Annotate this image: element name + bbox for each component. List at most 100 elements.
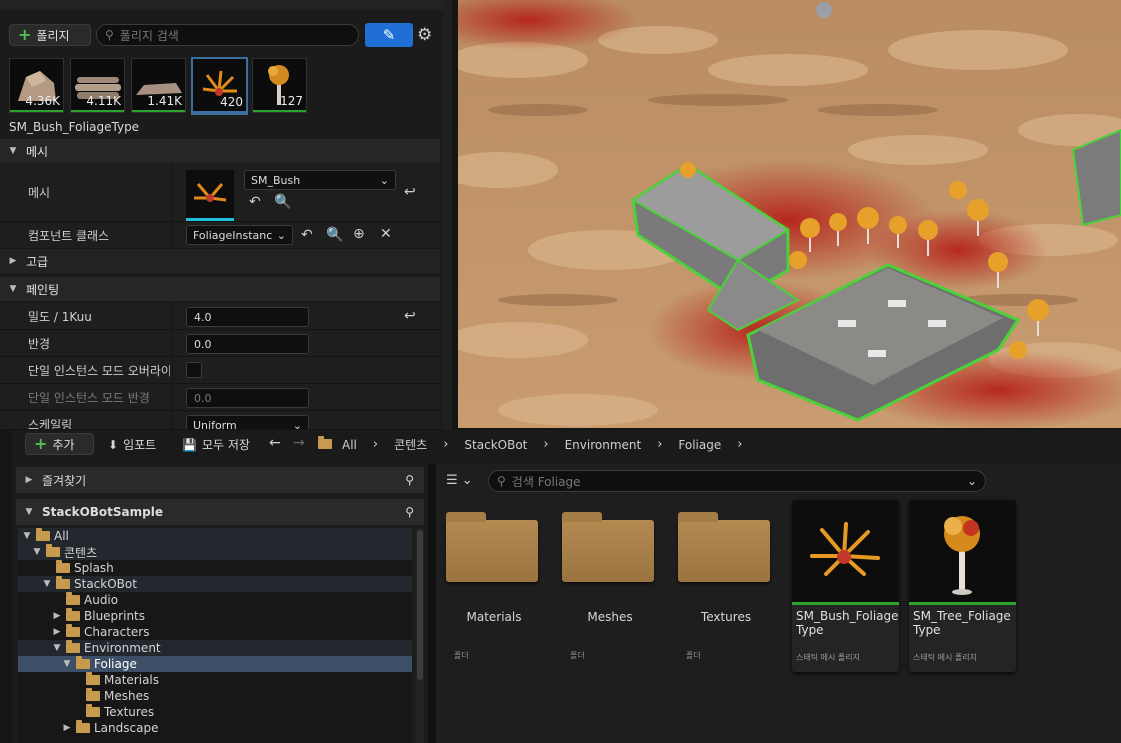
mesh-select-value: SM_Bush: [251, 173, 301, 187]
breadcrumb-all[interactable]: All: [342, 438, 357, 452]
thumb-count: 4.36K: [25, 94, 60, 108]
gear-icon[interactable]: ⚙: [417, 25, 432, 45]
plus-icon: +: [18, 25, 32, 44]
chevron-down-icon[interactable]: ⌄: [967, 474, 977, 488]
add-circle-icon[interactable]: ⊕: [353, 226, 365, 242]
foliage-search-input[interactable]: ⚲ 폴리지 검색: [96, 24, 359, 46]
search-icon[interactable]: ⚲: [405, 473, 414, 487]
tree-item-all[interactable]: ▼ All: [22, 528, 69, 544]
single-instance-radius-row: 단일 인스턴스 모드 반경 0.0: [0, 384, 440, 411]
tree-item-audio[interactable]: Audio: [66, 592, 118, 608]
close-icon[interactable]: ✕: [380, 226, 392, 242]
density-input[interactable]: 4.0: [186, 307, 309, 327]
reset-icon[interactable]: ↩: [404, 184, 416, 200]
component-class-select[interactable]: FoliageInstanc ⌄: [186, 225, 293, 245]
favorites-header[interactable]: ▶ 즐겨찾기 ⚲: [16, 467, 424, 493]
tree-item-landscape[interactable]: ▶ Landscape: [62, 720, 158, 736]
chevron-right-icon[interactable]: ›: [543, 437, 548, 452]
tree-item-label: Characters: [84, 625, 150, 639]
save-icon: 💾: [182, 437, 197, 452]
save-all-button[interactable]: 💾 모두 저장: [182, 436, 250, 453]
forward-arrow-icon[interactable]: →: [293, 435, 305, 451]
radius-input[interactable]: 0.0: [186, 334, 309, 354]
foliage-thumb-bush-selected[interactable]: 420: [191, 57, 248, 115]
folder-tree: ▼ All ▼ 콘텐츠 Splash ▼ StackOBot Audio ▶ Bluep…: [18, 528, 412, 743]
folder-icon: [56, 560, 70, 573]
asset-tile-type: 스태틱 메시 폴리지: [913, 653, 977, 662]
asset-search-input[interactable]: ⚲ 검색 Foliage ⌄: [488, 470, 986, 492]
sources-panel: ▶ 즐겨찾기 ⚲ ▼ StackOBotSample ⚲ ▼ All ▼ 콘텐츠 S…: [16, 464, 424, 743]
section-painting[interactable]: ▼ 페인팅: [0, 277, 440, 301]
add-button[interactable]: + 추가: [25, 433, 94, 455]
content-browser: + 추가 ⬇ 임포트 💾 모두 저장 ← → All › 콘텐츠 › Stack…: [12, 430, 1121, 743]
folder-tile-meshes[interactable]: Meshes 폴더: [558, 500, 662, 672]
breadcrumb-content[interactable]: 콘텐츠: [394, 436, 427, 453]
radius-label: 반경: [28, 336, 51, 351]
asset-tile-tree[interactable]: SM_Tree_Foliage Type 스태틱 메시 폴리지: [909, 500, 1016, 672]
folder-tile-materials[interactable]: Materials 폴더: [442, 500, 546, 672]
panel-scrollbar[interactable]: [443, 0, 452, 430]
use-selected-icon[interactable]: ↶: [301, 227, 313, 243]
filter-icon[interactable]: ☰ ⌄: [446, 473, 473, 488]
tree-item-splash[interactable]: Splash: [56, 560, 114, 576]
tree-item-label: 콘텐츠: [64, 545, 98, 560]
foliage-thumb-rock3[interactable]: 1.41K: [131, 58, 186, 113]
tree-item-label: Audio: [84, 593, 119, 607]
tree-item-stackobot[interactable]: ▼ StackOBot: [42, 576, 137, 592]
single-instance-override-checkbox[interactable]: [186, 362, 202, 378]
breadcrumb-environment[interactable]: Environment: [565, 438, 642, 452]
browse-asset-icon[interactable]: 🔍: [326, 227, 343, 243]
thumb-green-bar: [71, 110, 124, 112]
asset-thumbnail: [792, 500, 899, 602]
section-mesh-label: 메시: [26, 144, 49, 159]
tree-item-environment[interactable]: ▼ Environment: [52, 640, 161, 656]
asset-tile-bush[interactable]: SM_Bush_Foliage Type 스태틱 메시 폴리지: [792, 500, 899, 672]
tree-scrollbar[interactable]: [416, 528, 424, 743]
chevron-right-icon[interactable]: ›: [373, 437, 378, 452]
level-viewport[interactable]: [458, 0, 1121, 428]
section-advanced[interactable]: ▶ 고급: [0, 249, 440, 273]
foliage-thumb-rock1[interactable]: 4.36K: [9, 58, 64, 113]
tree-item-blueprints[interactable]: ▶ Blueprints: [52, 608, 145, 624]
foliage-thumb-tree[interactable]: 127: [252, 58, 307, 113]
reset-icon[interactable]: ↩: [404, 308, 416, 324]
folder-tile-textures[interactable]: Textures 폴더: [674, 500, 778, 672]
chevron-down-icon: ▼: [23, 531, 31, 541]
chevron-down-icon: ▼: [9, 284, 17, 294]
chevron-right-icon[interactable]: ›: [737, 437, 742, 452]
tree-item-materials[interactable]: Materials: [86, 672, 159, 688]
folder-icon: [66, 608, 80, 621]
chevron-right-icon[interactable]: ›: [443, 437, 448, 452]
folder-icon: [86, 688, 100, 701]
panel-splitter[interactable]: [428, 464, 436, 743]
project-header[interactable]: ▼ StackOBotSample ⚲: [16, 499, 424, 525]
thumb-count: 1.41K: [147, 94, 182, 108]
tree-item-characters[interactable]: ▶ Characters: [52, 624, 150, 640]
mesh-preview[interactable]: [186, 170, 234, 221]
tree-item-content[interactable]: ▼ 콘텐츠: [32, 544, 97, 560]
tree-item-textures[interactable]: Textures: [86, 704, 154, 720]
scaling-select[interactable]: Uniform ⌄: [186, 415, 309, 429]
mesh-select[interactable]: SM_Bush ⌄: [244, 170, 396, 190]
thumb-green-bar: [253, 110, 306, 112]
back-arrow-icon[interactable]: ←: [269, 435, 281, 451]
tree-item-meshes[interactable]: Meshes: [86, 688, 149, 704]
search-icon: ⚲: [497, 474, 506, 488]
section-mesh[interactable]: ▼ 메시: [0, 139, 440, 163]
import-button[interactable]: ⬇ 임포트: [108, 436, 156, 453]
chevron-down-icon: ▼: [25, 507, 33, 517]
breadcrumb-stackobot[interactable]: StackOBot: [464, 438, 527, 452]
chevron-right-icon[interactable]: ›: [657, 437, 662, 452]
foliage-thumb-rock2[interactable]: 4.11K: [70, 58, 125, 113]
browse-asset-icon[interactable]: 🔍: [274, 194, 291, 210]
section-painting-label: 페인팅: [26, 282, 60, 297]
use-selected-icon[interactable]: ↶: [249, 194, 261, 210]
thumb-count: 4.11K: [86, 94, 121, 108]
single-instance-radius-input[interactable]: 0.0: [186, 388, 309, 408]
breadcrumb-foliage[interactable]: Foliage: [678, 438, 721, 452]
search-icon[interactable]: ⚲: [405, 505, 414, 519]
tree-item-foliage[interactable]: ▼ Foliage: [62, 656, 137, 672]
add-foliage-button[interactable]: + 폴리지: [9, 24, 91, 46]
paint-mode-button[interactable]: ✎: [365, 23, 413, 47]
density-label: 밀도 / 1Kuu: [28, 309, 92, 324]
